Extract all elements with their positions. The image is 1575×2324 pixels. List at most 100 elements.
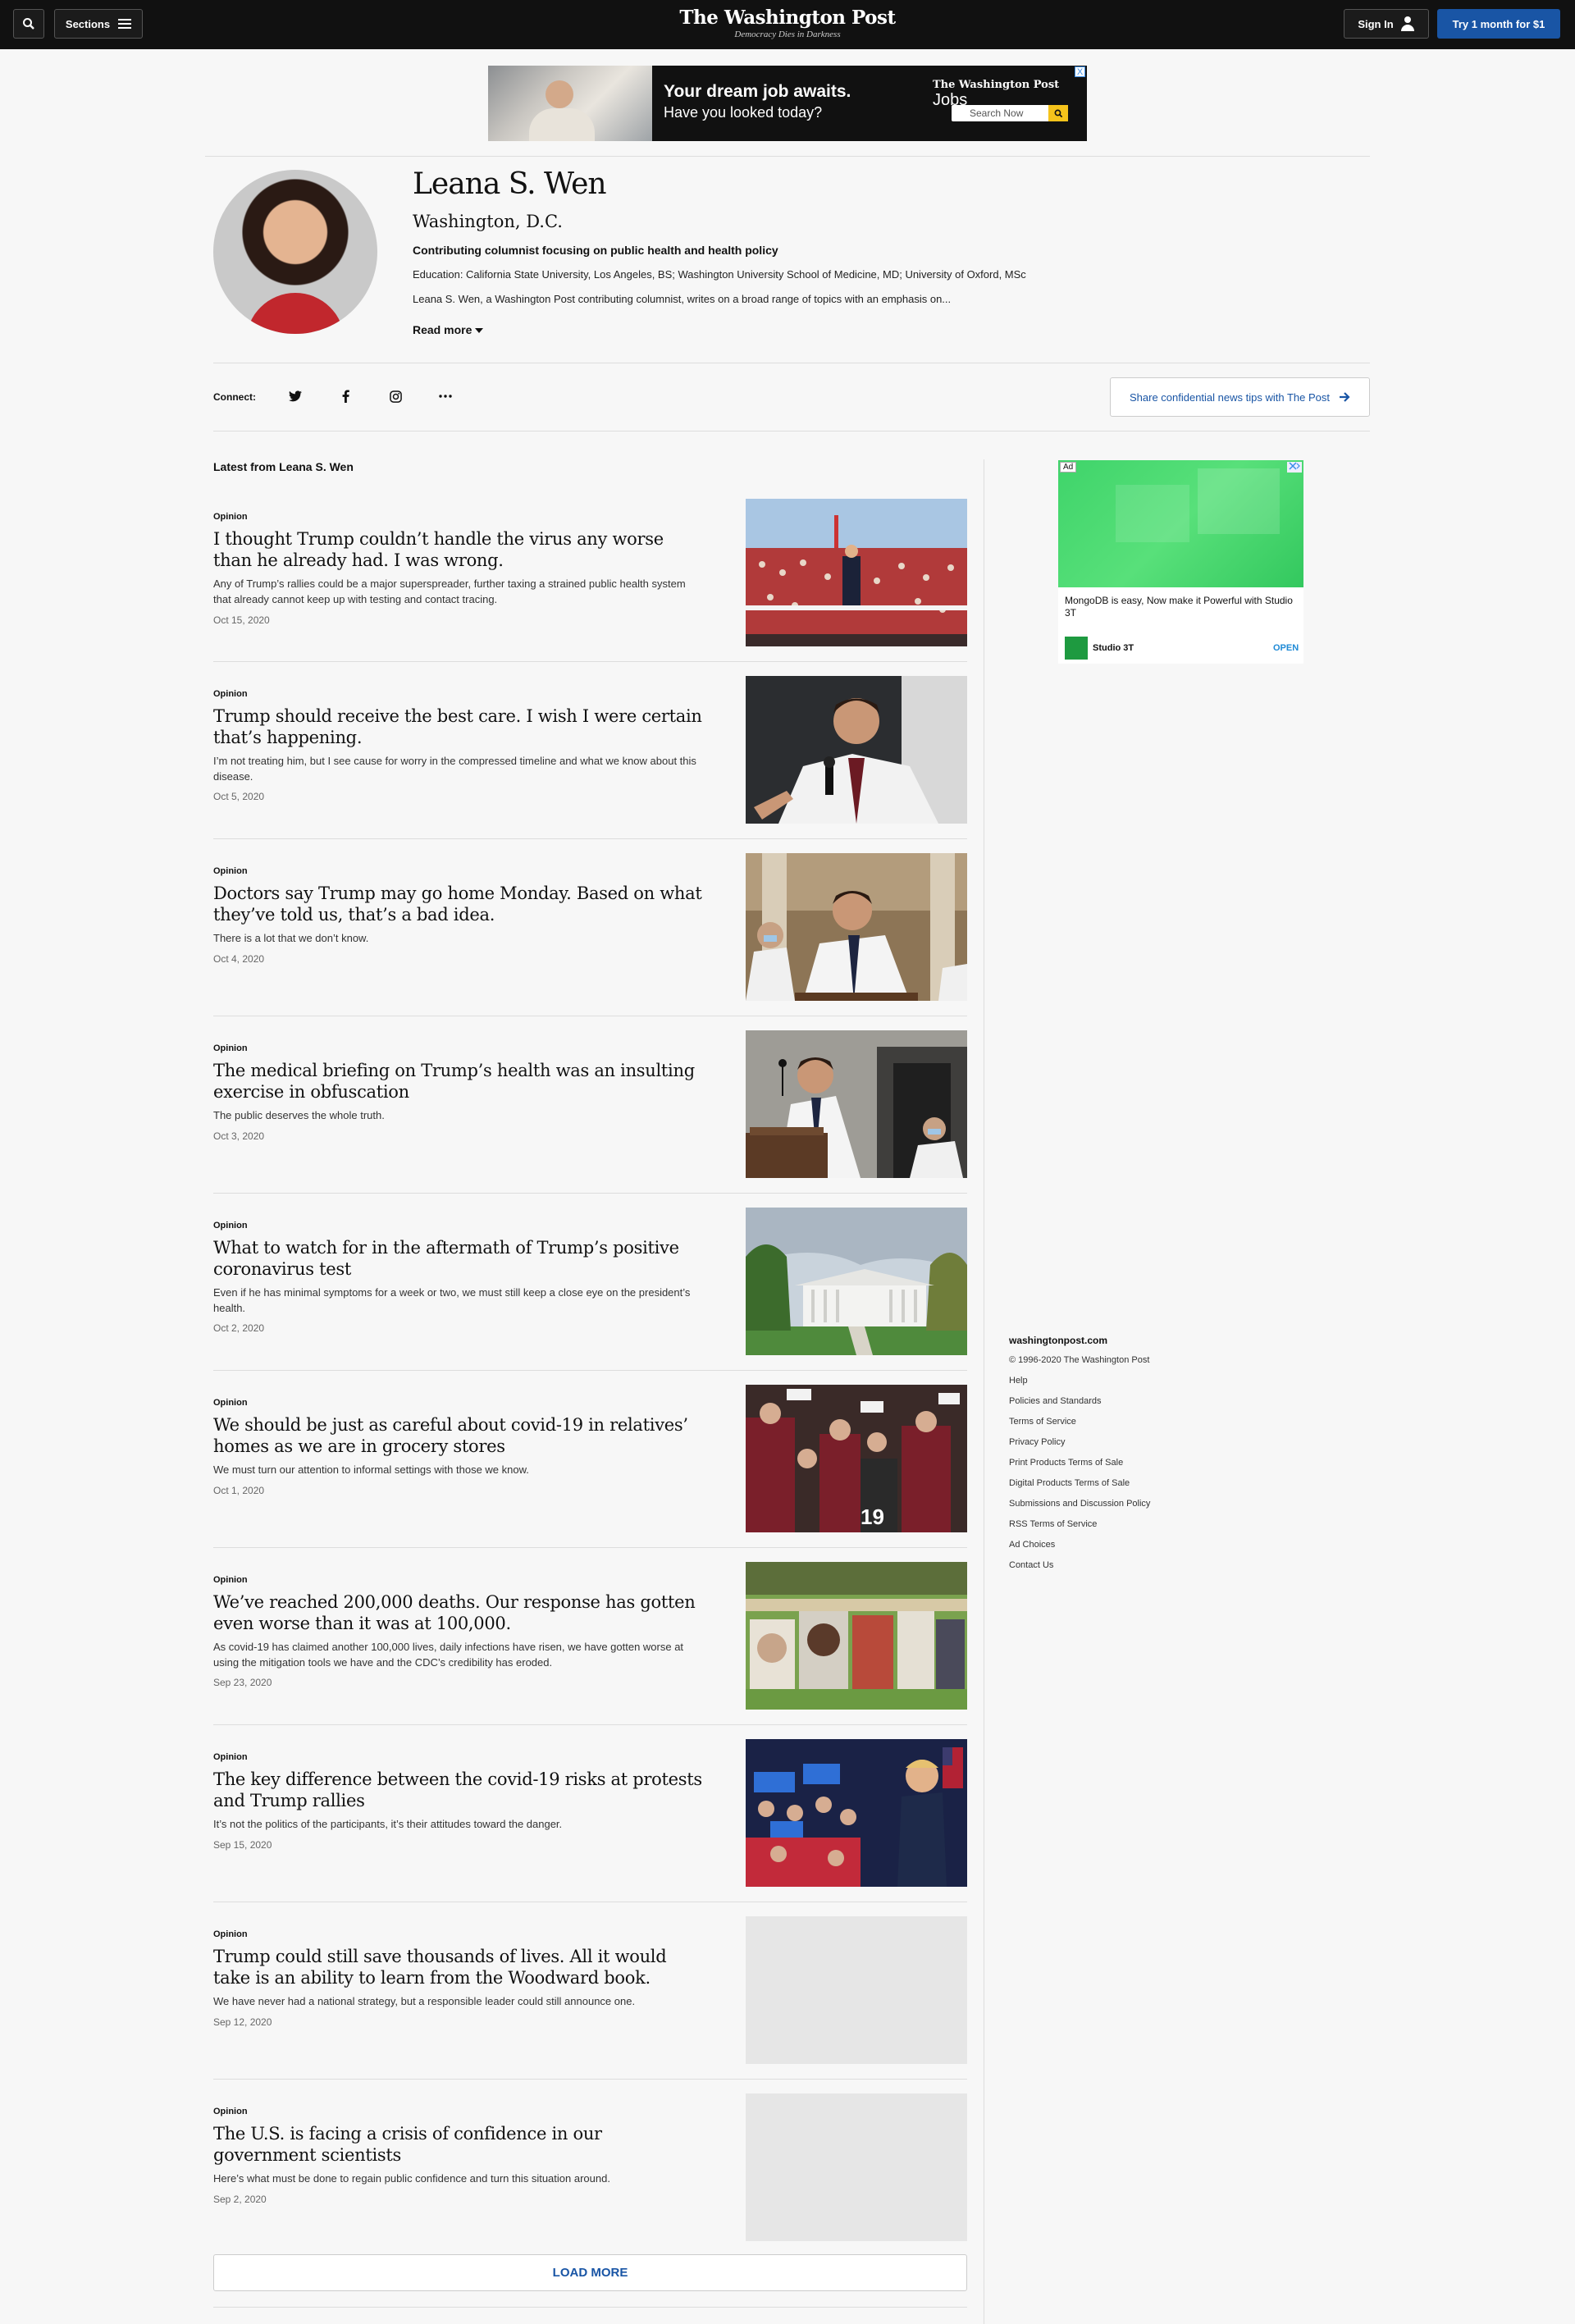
search-button[interactable] <box>13 9 44 39</box>
article-thumbnail[interactable] <box>746 1030 967 1178</box>
article-date: Oct 2, 2020 <box>213 1322 265 1334</box>
footer-copyright: © 1996-2020 The Washington Post <box>1009 1355 1150 1365</box>
article-kicker: Opinion <box>213 1575 248 1585</box>
ad-open-button[interactable]: OPEN <box>1273 643 1299 653</box>
article-thumbnail[interactable] <box>746 1562 967 1710</box>
read-more-button[interactable]: Read more <box>413 323 484 336</box>
hamburger-icon <box>118 19 132 29</box>
article-card[interactable]: Opinion We should be just as careful abo… <box>213 1385 967 1562</box>
facebook-icon <box>342 390 349 403</box>
article-headline[interactable]: Doctors say Trump may go home Monday. Ba… <box>213 883 705 925</box>
twitter-link[interactable] <box>287 388 304 404</box>
footer-link-contact[interactable]: Contact Us <box>1009 1560 1053 1570</box>
article-blurb: As covid-19 has claimed another 100,000 … <box>213 1641 684 1669</box>
footer-site-name[interactable]: washingtonpost.com <box>1009 1335 1107 1346</box>
article-headline[interactable]: The medical briefing on Trump’s health w… <box>213 1060 705 1103</box>
article-card[interactable]: Opinion Doctors say Trump may go home Mo… <box>213 853 967 1030</box>
jobs-banner-ad[interactable]: Your dream job awaits. Have you looked t… <box>488 66 1087 141</box>
top-navigation-bar: Sections The Washington Post Democracy D… <box>0 0 1575 49</box>
article-headline[interactable]: We should be just as careful about covid… <box>213 1414 705 1457</box>
ad-brand-name: The Washington Post <box>933 79 1060 91</box>
sections-menu-button[interactable]: Sections <box>54 9 143 39</box>
divider <box>213 1547 967 1548</box>
footer-link-print-terms[interactable]: Print Products Terms of Sale <box>1009 1458 1123 1468</box>
article-date: Sep 15, 2020 <box>213 1839 272 1851</box>
article-card[interactable]: Opinion We’ve reached 200,000 deaths. Ou… <box>213 1562 967 1739</box>
connect-label: Connect: <box>213 391 256 403</box>
article-card[interactable]: Opinion The medical briefing on Trump’s … <box>213 1030 967 1208</box>
article-thumbnail[interactable] <box>746 1208 967 1355</box>
footer-link-terms[interactable]: Terms of Service <box>1009 1417 1076 1427</box>
ad-search-button[interactable] <box>1048 105 1068 121</box>
article-card[interactable]: Opinion The key difference between the c… <box>213 1739 967 1916</box>
rally-crowd-photo <box>746 1739 967 1887</box>
footer-link-policies[interactable]: Policies and Standards <box>1009 1396 1102 1406</box>
briefing-photo <box>746 853 967 1001</box>
rally-photo <box>746 499 967 646</box>
divider <box>205 156 1370 157</box>
search-icon <box>23 18 34 30</box>
read-more-label: Read more <box>413 323 472 336</box>
article-thumbnail[interactable] <box>746 853 967 1001</box>
article-card[interactable]: Opinion Trump should receive the best ca… <box>213 676 967 853</box>
more-options-link[interactable] <box>437 388 454 404</box>
article-thumbnail-placeholder[interactable] <box>746 1916 967 2064</box>
site-logo[interactable]: The Washington Post Democracy Dies in Da… <box>623 7 952 39</box>
footer-link-rss[interactable]: RSS Terms of Service <box>1009 1519 1097 1529</box>
subscribe-button[interactable]: Try 1 month for $1 <box>1437 9 1560 39</box>
footer-link-ad-choices[interactable]: Ad Choices <box>1009 1540 1055 1550</box>
article-headline[interactable]: The U.S. is facing a crisis of confidenc… <box>213 2123 705 2166</box>
article-thumbnail[interactable]: 19 <box>746 1385 967 1532</box>
article-headline[interactable]: I thought Trump couldn’t handle the viru… <box>213 528 705 571</box>
article-kicker: Opinion <box>213 1043 248 1053</box>
article-kicker: Opinion <box>213 1398 248 1408</box>
author-role: Contributing columnist focusing on publi… <box>413 244 778 257</box>
article-card[interactable]: Opinion What to watch for in the afterma… <box>213 1208 967 1385</box>
article-headline[interactable]: The key difference between the covid-19 … <box>213 1769 705 1811</box>
article-kicker: Opinion <box>213 689 248 699</box>
article-thumbnail[interactable] <box>746 1739 967 1887</box>
user-icon <box>1400 16 1415 31</box>
article-blurb: Any of Trump’s rallies could be a major … <box>213 578 686 605</box>
sidebar-ad[interactable]: Ad MongoDB is easy, Now make it Powerful… <box>1058 460 1303 664</box>
footer-link-submissions[interactable]: Submissions and Discussion Policy <box>1009 1499 1150 1509</box>
author-name: Leana S. Wen <box>413 167 607 201</box>
news-tips-button[interactable]: Share confidential news tips with The Po… <box>1110 377 1370 417</box>
divider <box>213 2307 967 2308</box>
arrow-right-icon <box>1340 392 1350 402</box>
article-card[interactable]: Opinion The U.S. is facing a crisis of c… <box>213 2093 967 2271</box>
news-tips-label: Share confidential news tips with The Po… <box>1129 390 1330 404</box>
instagram-link[interactable] <box>387 388 404 404</box>
load-more-button[interactable]: LOAD MORE <box>213 2254 967 2291</box>
article-blurb: The public deserves the whole truth. <box>213 1109 385 1121</box>
article-card[interactable]: Opinion Trump could still save thousands… <box>213 1916 967 2093</box>
article-blurb: Here’s what must be done to regain publi… <box>213 2172 610 2185</box>
article-thumbnail[interactable] <box>746 676 967 824</box>
article-headline[interactable]: Trump should receive the best care. I wi… <box>213 705 705 748</box>
facebook-link[interactable] <box>337 388 354 404</box>
article-headline[interactable]: We’ve reached 200,000 deaths. Our respon… <box>213 1591 705 1634</box>
article-date: Oct 15, 2020 <box>213 614 270 626</box>
ad-close-icon[interactable]: X <box>1075 66 1085 77</box>
ad-image <box>1058 460 1303 587</box>
twitter-icon <box>289 390 302 402</box>
article-blurb: I’m not treating him, but I see cause fo… <box>213 755 696 783</box>
footer-link-help[interactable]: Help <box>1009 1376 1028 1386</box>
stadium-crowd-photo: 19 <box>746 1385 967 1532</box>
article-date: Oct 4, 2020 <box>213 953 265 965</box>
article-headline[interactable]: What to watch for in the aftermath of Tr… <box>213 1237 705 1280</box>
instagram-icon <box>389 390 402 403</box>
article-date: Sep 2, 2020 <box>213 2194 267 2205</box>
sign-in-button[interactable]: Sign In <box>1344 9 1429 39</box>
footer-link-digital-terms[interactable]: Digital Products Terms of Sale <box>1009 1478 1130 1488</box>
article-card[interactable]: Opinion I thought Trump couldn’t handle … <box>213 499 967 676</box>
studio3t-logo <box>1065 637 1088 660</box>
ad-close-icon[interactable] <box>1287 462 1302 473</box>
footer-link-privacy[interactable]: Privacy Policy <box>1009 1437 1065 1447</box>
search-icon <box>1054 109 1062 117</box>
logo-wordmark: The Washington Post <box>679 7 896 29</box>
article-headline[interactable]: Trump could still save thousands of live… <box>213 1946 705 1988</box>
author-education: Education: California State University, … <box>413 268 1026 281</box>
article-thumbnail[interactable] <box>746 499 967 646</box>
article-thumbnail-placeholder[interactable] <box>746 2093 967 2241</box>
